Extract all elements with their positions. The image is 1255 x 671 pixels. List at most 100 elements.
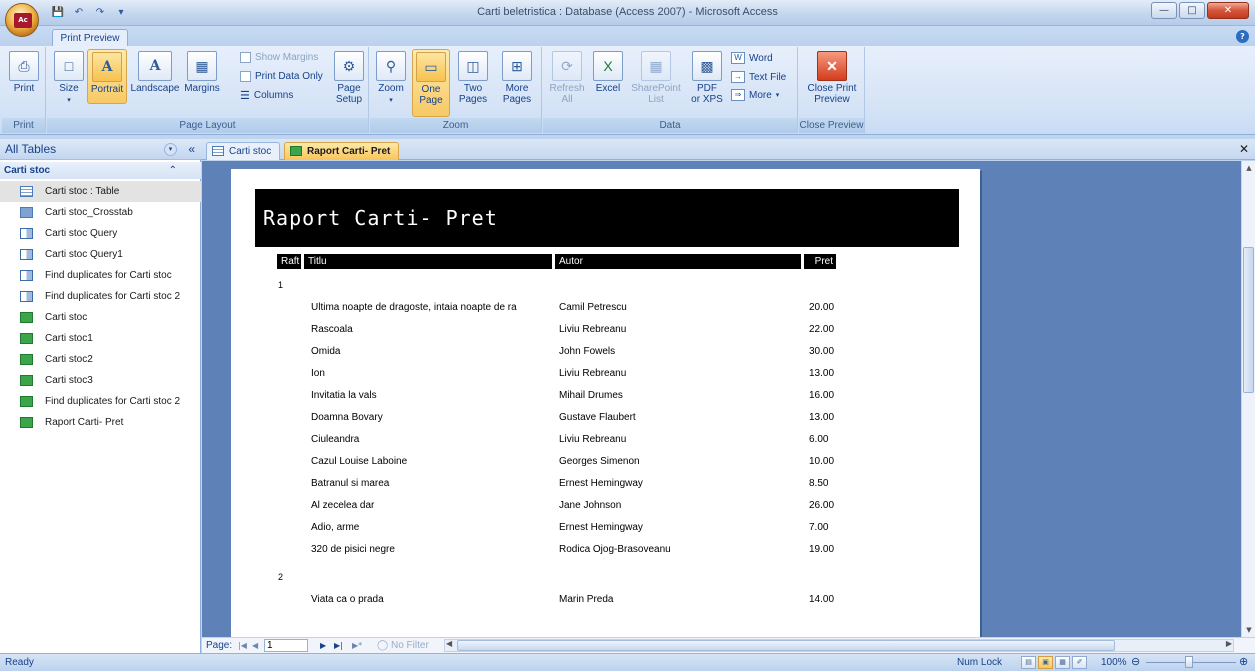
help-icon[interactable]: ? [1236,30,1249,43]
page-setup-icon: ⚙ [334,51,364,81]
close-document-icon[interactable]: ✕ [1239,139,1249,159]
columns-button[interactable]: ☰ Columns [240,89,293,102]
close-print-preview-button[interactable]: ✕ Close Print Preview [803,51,861,105]
save-icon[interactable]: 💾 [50,5,66,21]
collapse-pane-icon[interactable]: « [188,139,195,159]
scroll-up-icon[interactable]: ▲ [1242,161,1255,175]
page-navigation-bar: Page: |◀ ◀ 1 ▶ ▶| ▶* ◯ No Filter ◀ ▶ [202,637,1255,653]
nav-item[interactable]: Find duplicates for Carti stoc 2 [0,391,201,412]
no-filter-indicator[interactable]: ◯ No Filter [377,638,429,653]
maximize-button[interactable]: □ [1179,2,1205,19]
zoom-button[interactable]: ⚲ Zoom ▾ [374,51,408,106]
word-label: Word [749,52,773,64]
size-button[interactable]: □ Size ▾ [52,51,86,106]
print-preview-view-icon[interactable]: ▤ [1021,656,1036,669]
one-page-button[interactable]: ▭ One Page [412,49,450,117]
margins-button[interactable]: ▦ Margins [184,51,220,94]
portrait-button[interactable]: A Portrait [87,49,127,104]
sharepoint-label-1: SharePoint [631,83,681,94]
word-export-button[interactable]: W Word [731,52,773,64]
nav-item[interactable]: Carti stoc Query1 [0,244,201,265]
first-page-icon[interactable]: |◀ [238,639,247,652]
minimize-button[interactable]: — [1151,2,1177,19]
doc-tab-raport-carti-pret[interactable]: Raport Carti- Pret [284,142,400,160]
two-pages-button[interactable]: ◫ Two Pages [454,51,492,105]
group-label-close-preview: Close Preview [799,118,864,133]
zoom-out-icon[interactable]: ⊖ [1131,654,1140,671]
close-window-button[interactable]: ✕ [1207,2,1249,19]
nav-item[interactable]: Find duplicates for Carti stoc 2 [0,286,201,307]
text-file-icon: → [731,71,745,83]
nav-item[interactable]: Carti stoc_Crosstab [0,202,201,223]
office-button[interactable]: Ac [5,3,39,37]
column-header-titlu: Titlu [304,254,552,269]
group-label-zoom: Zoom [370,118,541,133]
last-page-icon[interactable]: ▶| [334,639,343,652]
collapse-group-icon[interactable]: ⌃ [169,162,177,179]
nav-item-label: Find duplicates for Carti stoc 2 [45,291,181,302]
scroll-right-icon[interactable]: ▶ [1226,639,1232,648]
show-margins-check-icon [240,52,251,63]
nav-pane-header[interactable]: All Tables ▾ « [0,139,201,160]
vertical-scrollbar[interactable]: ▲ ▼ [1241,161,1255,637]
nav-item[interactable]: Carti stoc2 [0,349,201,370]
more-export-button[interactable]: ⇒ More ▾ [731,89,779,101]
next-page-icon[interactable]: ▶ [320,639,326,652]
print-preview-area[interactable]: Raport Carti- Pret Raft Titlu Autor Pret… [202,161,1241,637]
nav-group-header[interactable]: Carti stoc ⌃ [0,162,201,179]
doc-tab-carti-stoc[interactable]: Carti stoc [206,142,281,160]
more-pages-label-2: Pages [502,94,532,105]
excel-export-button[interactable]: X Excel [591,51,625,94]
nav-menu-chevron-down-icon[interactable]: ▾ [164,143,177,156]
nav-item[interactable]: Carti stoc [0,307,201,328]
design-view-icon[interactable]: ✐ [1072,656,1087,669]
nav-item[interactable]: Carti stoc : Table [0,181,201,202]
document-tab-bar: Carti stoc Raport Carti- Pret ✕ [201,139,1255,160]
layout-view-icon[interactable]: ▦ [1055,656,1070,669]
horizontal-scroll-thumb[interactable] [457,640,1115,651]
zoom-slider-thumb[interactable] [1185,656,1193,668]
customize-qat-icon[interactable]: ▾ [113,5,129,21]
undo-icon[interactable]: ↶ [71,5,87,21]
print-button[interactable]: ⎙ Print [7,51,41,94]
print-data-only-label: Print Data Only [255,71,323,82]
tab-print-preview[interactable]: Print Preview [52,29,128,47]
horizontal-scrollbar[interactable]: ◀ ▶ [444,639,1234,652]
scroll-down-icon[interactable]: ▼ [1242,623,1255,637]
landscape-button[interactable]: A Landscape [129,51,181,94]
pdf-xps-button[interactable]: ▩ PDF or XPS [687,51,727,105]
nav-item[interactable]: Carti stoc Query [0,223,201,244]
two-pages-label-2: Pages [458,94,488,105]
more-pages-icon: ⊞ [502,51,532,81]
report-icon [20,312,33,323]
word-icon: W [731,52,745,64]
page-number-input[interactable]: 1 [264,639,308,652]
nav-pane-title: All Tables [5,142,57,156]
size-label: Size [59,83,79,94]
print-data-only-checkbox[interactable]: Print Data Only [240,71,323,82]
nav-item[interactable]: Raport Carti- Pret [0,412,201,433]
vertical-scroll-thumb[interactable] [1243,247,1254,393]
query-icon [20,249,33,260]
previous-page-icon[interactable]: ◀ [252,639,258,652]
nav-item[interactable]: Carti stoc3 [0,370,201,391]
text-file-export-button[interactable]: → Text File [731,71,786,83]
zoom-in-icon[interactable]: ⊕ [1239,654,1248,671]
scroll-left-icon[interactable]: ◀ [446,639,452,648]
new-page-icon[interactable]: ▶* [352,639,362,652]
cell-autor: Ernest Hemingway [559,522,643,533]
more-pages-button[interactable]: ⊞ More Pages [496,51,538,105]
nav-item[interactable]: Carti stoc1 [0,328,201,349]
cell-pret: 19.00 [809,544,835,555]
report-view-icon[interactable]: ▣ [1038,656,1053,669]
redo-icon[interactable]: ↷ [92,5,108,21]
page-size-icon: □ [54,51,84,81]
show-margins-checkbox[interactable]: Show Margins [240,52,318,63]
page-setup-button[interactable]: ⚙ Page Setup [331,51,367,105]
query-icon [20,228,33,239]
nav-item[interactable]: Find duplicates for Carti stoc [0,265,201,286]
cell-autor: Liviu Rebreanu [559,324,627,335]
sharepoint-list-button[interactable]: ▦ SharePoint List [629,51,683,105]
refresh-all-button[interactable]: ⟳ Refresh All [547,51,587,105]
one-page-icon: ▭ [416,52,446,82]
